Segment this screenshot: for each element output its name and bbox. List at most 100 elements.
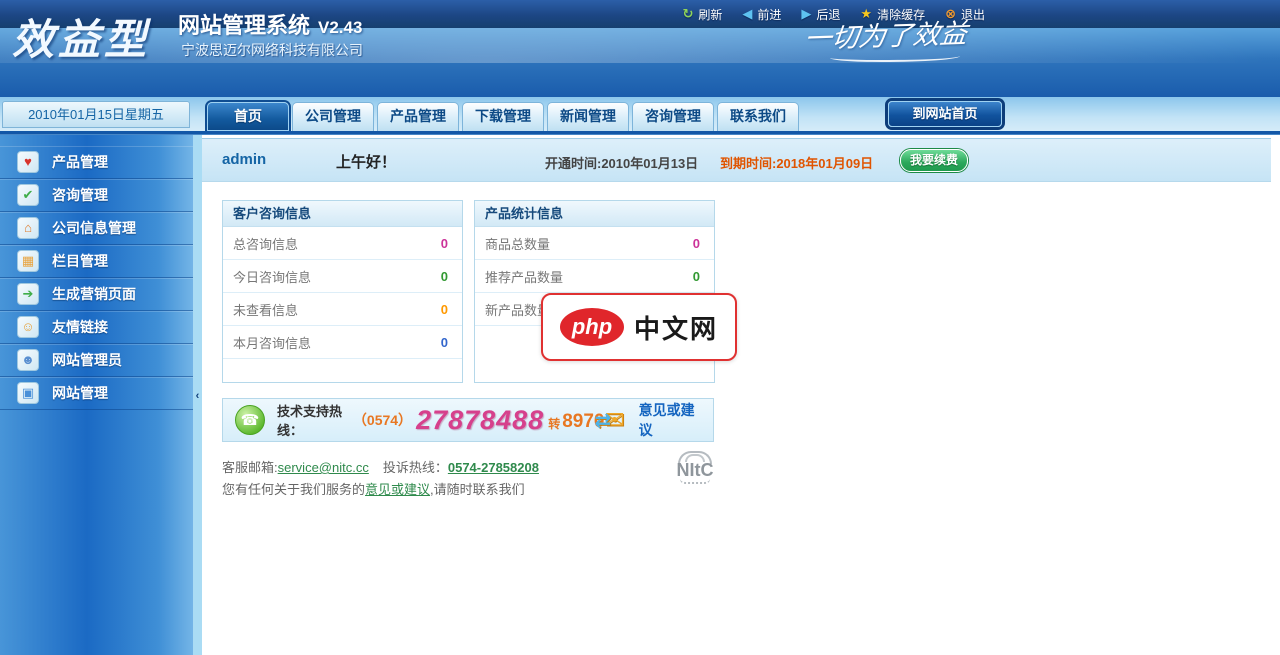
hotline-label: 投诉热线： <box>383 460 448 475</box>
sidebar: ♥ 产品管理 ✔ 咨询管理 ⌂ 公司信息管理 ▦ 栏目管理 ➔ 生成营销页面 ☺… <box>0 135 193 655</box>
arrow-left-icon: ◀ <box>742 6 752 22</box>
stat-row-today-inquiries: 今日咨询信息 0 <box>223 260 462 293</box>
stat-value: 0 <box>693 236 700 251</box>
stat-label: 今日咨询信息 <box>233 267 311 286</box>
stat-row-total-products: 商品总数量 0 <box>475 227 714 260</box>
tab-news-mgmt[interactable]: 新闻管理 <box>547 102 629 131</box>
app-title-text: 网站管理系统 <box>178 13 310 38</box>
stat-label: 未查看信息 <box>233 300 298 319</box>
people-icon: ☺ <box>17 316 39 338</box>
sidebar-collapse-strip[interactable]: ‹ <box>193 135 202 655</box>
sidebar-item-label: 网站管理员 <box>52 350 122 370</box>
extension-label: 转 <box>548 415 560 432</box>
tab-contact-us[interactable]: 联系我们 <box>717 102 799 131</box>
arrow-page-icon: ➔ <box>17 283 39 305</box>
sidebar-item-site-mgmt[interactable]: ▣ 网站管理 <box>0 377 193 410</box>
footer-note-line: 您有任何关于我们服务的意见或建议,请随时联系我们 <box>222 479 525 498</box>
tab-inquiry-mgmt[interactable]: 咨询管理 <box>632 102 714 131</box>
app-title: 网站管理系统 V2.43 <box>178 8 362 40</box>
stat-value: 0 <box>441 302 448 317</box>
stat-label: 推荐产品数量 <box>485 267 563 286</box>
phone-icon: ☎ <box>235 405 265 435</box>
forward-label: 前进 <box>757 6 781 23</box>
panel-title: 客户咨询信息 <box>223 201 462 227</box>
envelope-icon: ⇄✉ <box>605 406 625 435</box>
sidebar-menu: ♥ 产品管理 ✔ 咨询管理 ⌂ 公司信息管理 ▦ 栏目管理 ➔ 生成营销页面 ☺… <box>0 135 193 410</box>
monitor-icon: ▣ <box>17 382 39 404</box>
date-display: 2010年01月15日星期五 <box>2 101 190 128</box>
refresh-link[interactable]: ↻ 刷新 <box>682 6 722 23</box>
expire-time: 到期时间:2018年01月09日 <box>720 153 873 172</box>
sidebar-item-site-admins[interactable]: ☻ 网站管理员 <box>0 344 193 377</box>
customer-inquiry-panel: 客户咨询信息 总咨询信息 0 今日咨询信息 0 未查看信息 0 本月咨询信息 0 <box>222 200 463 383</box>
sidebar-item-product-mgmt[interactable]: ♥ 产品管理 <box>0 146 193 179</box>
support-hotline-bar: ☎ 技术支持热线： （0574） 27878488 转 8970 ⇄✉ 意见或建… <box>222 398 714 442</box>
forward-link[interactable]: ◀ 前进 <box>742 6 781 23</box>
refresh-icon: ↻ <box>682 6 693 22</box>
area-code: （0574） <box>353 410 412 430</box>
tab-download-mgmt[interactable]: 下载管理 <box>462 102 544 131</box>
footer-contact-line: 客服邮箱:service@nitc.cc 投诉热线：0574-27858208 <box>222 457 539 476</box>
grid-icon: ▦ <box>17 250 39 272</box>
nav-tabs: 首页 公司管理 产品管理 下载管理 新闻管理 咨询管理 联系我们 <box>207 102 799 131</box>
php-cn-text: 中文网 <box>634 309 718 346</box>
sidebar-item-label: 咨询管理 <box>52 185 108 205</box>
sidebar-item-column-mgmt[interactable]: ▦ 栏目管理 <box>0 245 193 278</box>
sidebar-item-friendly-links[interactable]: ☺ 友情链接 <box>0 311 193 344</box>
sidebar-item-label: 友情链接 <box>52 317 108 337</box>
slogan-calligraphy: 一切为了效益 <box>803 11 988 56</box>
tab-company-mgmt[interactable]: 公司管理 <box>292 102 374 131</box>
tab-product-mgmt[interactable]: 产品管理 <box>377 102 459 131</box>
sidebar-item-label: 生成营销页面 <box>52 284 136 304</box>
panel-title: 产品统计信息 <box>475 201 714 227</box>
collapse-arrow-icon[interactable]: ‹ <box>193 390 202 402</box>
stat-row-recommended-products: 推荐产品数量 0 <box>475 260 714 293</box>
feedback-link[interactable]: 意见或建议 <box>639 400 697 440</box>
tab-home[interactable]: 首页 <box>207 102 289 131</box>
support-phone-number: 27878488 <box>416 405 544 436</box>
stat-value: 0 <box>441 269 448 284</box>
sidebar-item-inquiry-mgmt[interactable]: ✔ 咨询管理 <box>0 179 193 212</box>
stat-label: 本月咨询信息 <box>233 333 311 352</box>
product-icon: ♥ <box>17 151 39 173</box>
sidebar-item-company-info-mgmt[interactable]: ⌂ 公司信息管理 <box>0 212 193 245</box>
brand-logo: 效益型 <box>12 6 150 67</box>
company-subtitle: 宁波思迈尔网络科技有限公司 <box>181 40 363 60</box>
app-version: V2.43 <box>318 18 362 37</box>
complaint-hotline-link[interactable]: 0574-27858208 <box>448 460 539 475</box>
welcome-bar: admin 上午好！ 开通时间:2010年01月13日 到期时间:2018年01… <box>202 138 1271 182</box>
stat-row-total-inquiries: 总咨询信息 0 <box>223 227 462 260</box>
mail-swoosh-icon: ⇄ <box>595 408 612 433</box>
sidebar-item-label: 产品管理 <box>52 152 108 172</box>
greeting-text: 上午好！ <box>336 151 396 172</box>
goto-site-home-button[interactable]: 到网站首页 <box>888 101 1002 127</box>
stat-row-unread-messages: 未查看信息 0 <box>223 293 462 326</box>
feedback-footer-link[interactable]: 意见或建议 <box>365 482 430 497</box>
service-email-link[interactable]: service@nitc.cc <box>278 460 369 475</box>
php-cn-watermark: php 中文网 <box>541 293 737 361</box>
check-icon: ✔ <box>17 184 39 206</box>
nitc-logo-text: NItC <box>668 462 722 478</box>
username: admin <box>222 151 266 168</box>
user-icon: ☻ <box>17 349 39 371</box>
stat-value: 0 <box>693 269 700 284</box>
main-content: admin 上午好！ 开通时间:2010年01月13日 到期时间:2018年01… <box>202 135 1272 655</box>
stat-label: 商品总数量 <box>485 234 550 253</box>
sidebar-item-label: 网站管理 <box>52 383 108 403</box>
stat-label: 总咨询信息 <box>233 234 298 253</box>
email-label: 客服邮箱: <box>222 460 278 475</box>
stat-value: 0 <box>441 236 448 251</box>
nitc-logo: NItC <box>668 451 722 484</box>
stat-value: 0 <box>441 335 448 350</box>
open-time: 开通时间:2010年01月13日 <box>545 153 698 172</box>
admin-dashboard-page: ↻ 刷新 ◀ 前进 ▶ 后退 ★ 清除缓存 ⊗ 退出 效益型 网站管理系统V2.… <box>0 0 1280 655</box>
building-icon: ⌂ <box>17 217 39 239</box>
sidebar-item-generate-marketing-page[interactable]: ➔ 生成营销页面 <box>0 278 193 311</box>
nav-bar: 2010年01月15日星期五 首页 公司管理 产品管理 下载管理 新闻管理 咨询… <box>0 97 1280 131</box>
stat-row-month-inquiries: 本月咨询信息 0 <box>223 326 462 359</box>
php-logo-badge: php <box>560 308 624 346</box>
sidebar-item-label: 公司信息管理 <box>52 218 136 238</box>
sidebar-item-label: 栏目管理 <box>52 251 108 271</box>
note-prefix: 您有任何关于我们服务的 <box>222 482 365 497</box>
renew-button[interactable]: 我要续费 <box>900 149 968 172</box>
